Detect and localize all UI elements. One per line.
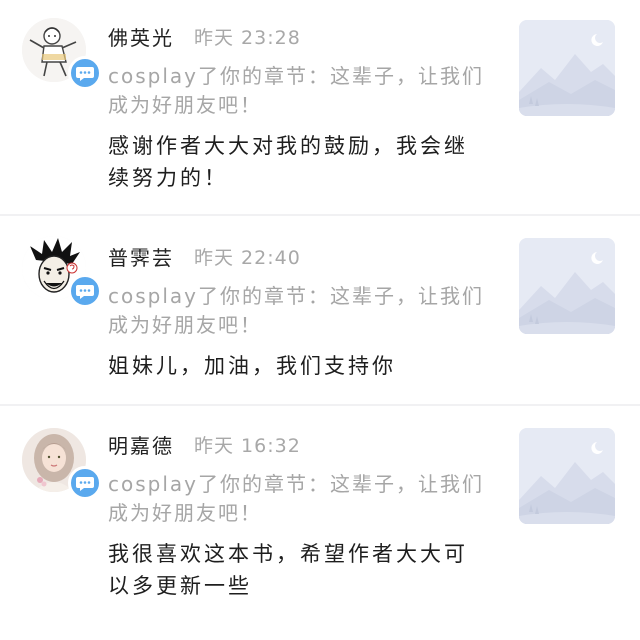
notification-item[interactable]: 普霁芸 昨天 22:40 cosplay了你的章节：这辈子，让我们成为好朋友吧！… [0, 214, 640, 404]
username[interactable]: 普霁芸 [108, 242, 174, 271]
timestamp: 昨天 23:28 [194, 26, 301, 49]
avatar-group[interactable] [22, 18, 102, 90]
comment-badge [68, 274, 102, 308]
mountain-landscape-placeholder-icon [519, 20, 615, 116]
comment-bubble-icon [76, 67, 94, 81]
reply-text: 感谢作者大大对我的鼓励，我会继续努力的！ [108, 134, 468, 190]
notification-item[interactable]: 明嘉德 昨天 16:32 cosplay了你的章节：这辈子，让我们成为好朋友吧！… [0, 404, 640, 640]
comment-badge [68, 56, 102, 90]
chapter-thumbnail[interactable] [519, 20, 615, 116]
mountain-landscape-placeholder-icon [519, 428, 615, 524]
comment-bubble-icon [76, 285, 94, 299]
mountain-landscape-placeholder-icon [519, 238, 615, 334]
notice-text[interactable]: cosplay了你的章节：这辈子，让我们成为好朋友吧！ [108, 470, 488, 528]
comment-badge [68, 466, 102, 500]
notice-text[interactable]: cosplay了你的章节：这辈子，让我们成为好朋友吧！ [108, 282, 488, 340]
timestamp: 昨天 16:32 [194, 434, 301, 457]
avatar-group[interactable] [22, 428, 102, 500]
comment-bubble-icon [76, 477, 94, 491]
username[interactable]: 明嘉德 [108, 430, 174, 459]
notification-meta: 佛英光 昨天 23:28 [108, 22, 301, 50]
notification-list: 佛英光 昨天 23:28 cosplay了你的章节：这辈子，让我们成为好朋友吧！… [0, 0, 640, 640]
notification-meta: 明嘉德 昨天 16:32 [108, 430, 301, 458]
chapter-thumbnail[interactable] [519, 428, 615, 524]
avatar-group[interactable] [22, 236, 102, 308]
reply-text: 我很喜欢这本书，希望作者大大可以多更新一些 [108, 542, 468, 598]
notification-item[interactable]: 佛英光 昨天 23:28 cosplay了你的章节：这辈子，让我们成为好朋友吧！… [0, 0, 640, 214]
timestamp: 昨天 22:40 [194, 246, 301, 269]
chapter-thumbnail[interactable] [519, 238, 615, 334]
reply-text: 姐妹儿，加油，我们支持你 [108, 354, 396, 378]
notification-meta: 普霁芸 昨天 22:40 [108, 242, 301, 270]
notice-text[interactable]: cosplay了你的章节：这辈子，让我们成为好朋友吧！ [108, 62, 488, 120]
username[interactable]: 佛英光 [108, 22, 174, 51]
